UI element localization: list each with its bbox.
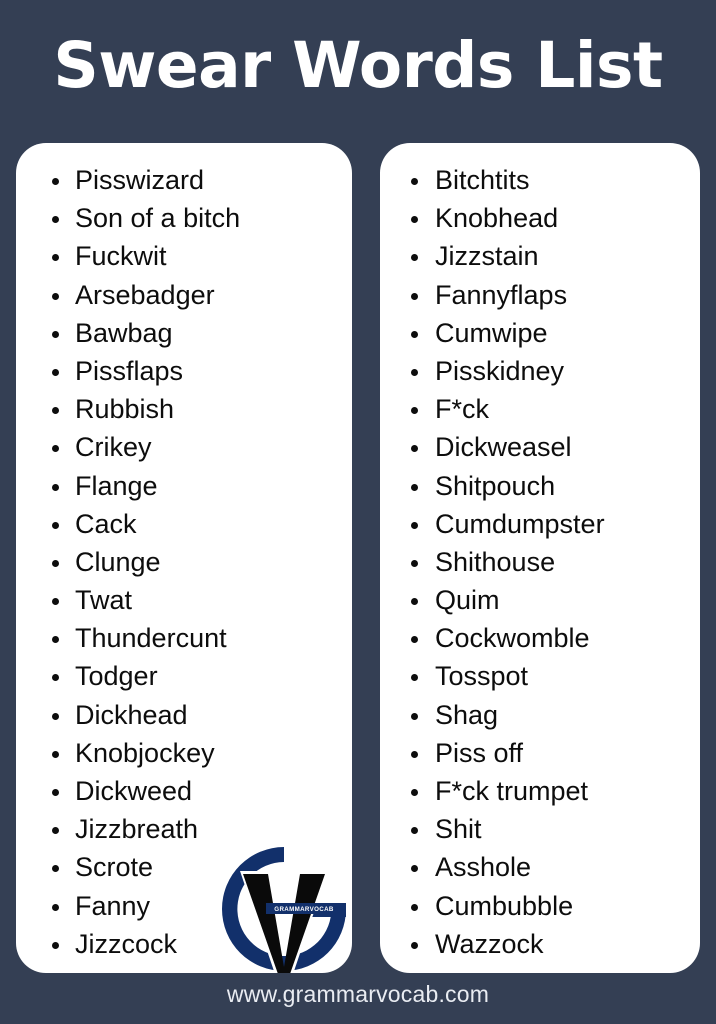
word-list-item: Pissflaps (16, 352, 352, 390)
word-list-item: Knobhead (380, 199, 700, 237)
word-list-item: Tosspot (380, 657, 700, 695)
word-list-item: Dickweed (16, 772, 352, 810)
word-list-item: Bawbag (16, 314, 352, 352)
word-list-item: Shit (380, 810, 700, 848)
word-list-item: Fanny (16, 887, 352, 925)
word-list-item: Wazzock (380, 925, 700, 963)
word-list-item: Pisskidney (380, 352, 700, 390)
word-list-item: Pisswizard (16, 161, 352, 199)
word-card-right: Bitchtits Knobhead Jizzstain Fannyflaps Cumw… (380, 143, 700, 973)
word-card-left: Pisswizard Son of a bitch Fuckwit Arsebadge… (16, 143, 352, 973)
word-list-item: Fannyflaps (380, 276, 700, 314)
footer-website-url: www.grammarvocab.com (226, 981, 490, 1007)
word-list-item: Quim (380, 581, 700, 619)
word-list-item: Clunge (16, 543, 352, 581)
word-list-item: F*ck trumpet (380, 772, 700, 810)
word-list-item: Thundercunt (16, 619, 352, 657)
word-list-item: Todger (16, 657, 352, 695)
word-list-item: Shag (380, 696, 700, 734)
word-list-item: Cack (16, 505, 352, 543)
word-list-item: Knobjockey (16, 734, 352, 772)
page-title: Swear Words List (53, 28, 663, 102)
word-list-item: Rubbish (16, 390, 352, 428)
word-list-left: Pisswizard Son of a bitch Fuckwit Arsebadge… (16, 143, 352, 963)
word-list-item: Arsebadger (16, 276, 352, 314)
word-list-item: Shitpouch (380, 467, 700, 505)
word-list-item: Fuckwit (16, 237, 352, 275)
word-list-item: F*ck (380, 390, 700, 428)
word-list-item: Jizzcock (16, 925, 352, 963)
word-list-item: Jizzbreath (16, 810, 352, 848)
word-list-item: Crikey (16, 428, 352, 466)
word-list-item: Cumwipe (380, 314, 700, 352)
word-list-item: Dickhead (16, 696, 352, 734)
word-list-item: Piss off (380, 734, 700, 772)
word-card-container: Pisswizard Son of a bitch Fuckwit Arsebadge… (0, 143, 716, 973)
word-list-item: Cockwomble (380, 619, 700, 657)
word-list-item: Cumdumpster (380, 505, 700, 543)
word-list-item: Flange (16, 467, 352, 505)
word-list-item: Jizzstain (380, 237, 700, 275)
word-list-item: Cumbubble (380, 887, 700, 925)
word-list-item: Son of a bitch (16, 199, 352, 237)
word-list-item: Shithouse (380, 543, 700, 581)
word-list-item: Dickweasel (380, 428, 700, 466)
word-list-item: Twat (16, 581, 352, 619)
word-list-item: Bitchtits (380, 161, 700, 199)
word-list-item: Scrote (16, 848, 352, 886)
word-list-item: Asshole (380, 848, 700, 886)
word-list-right: Bitchtits Knobhead Jizzstain Fannyflaps Cumw… (380, 143, 700, 963)
